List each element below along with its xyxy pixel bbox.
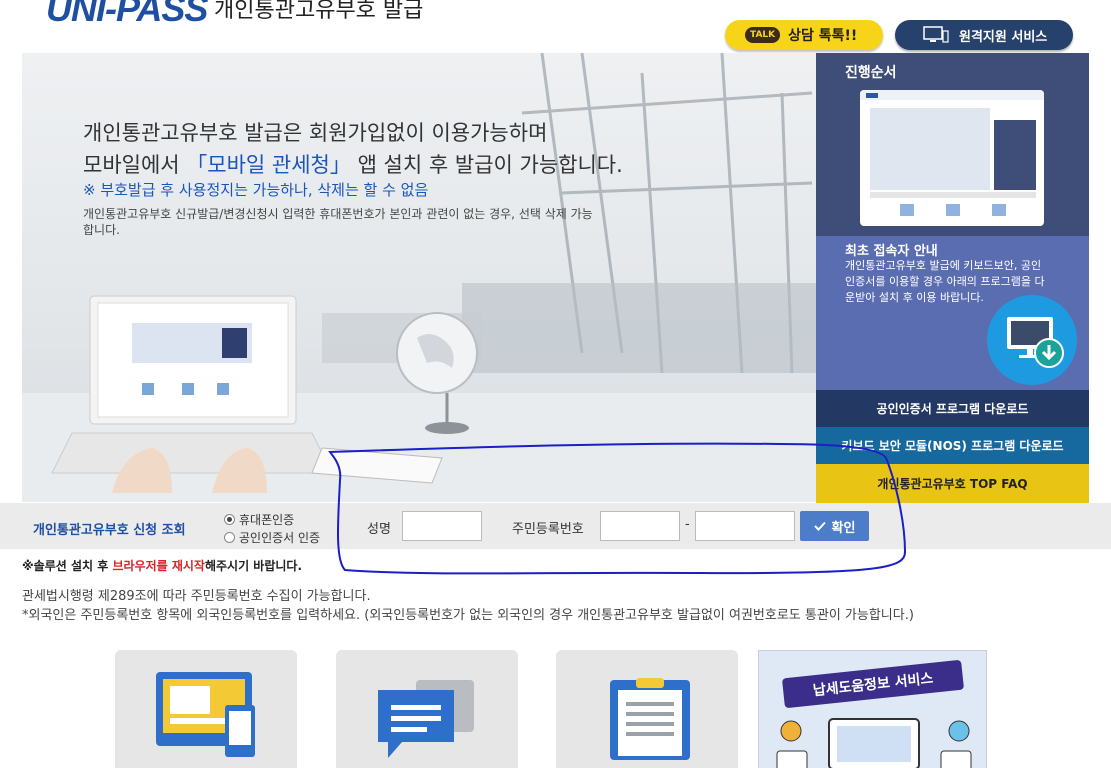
- remote-support-label: 원격지원 서비스: [959, 29, 1048, 45]
- notice1-highlight: 브라우저를 재시작: [112, 559, 205, 573]
- top-faq-button[interactable]: 개인통관고유부호 TOP FAQ: [816, 464, 1089, 503]
- legal-notice: 관세법시행령 제289조에 따라 주민등록번호 수집이 가능합니다.: [22, 589, 371, 604]
- confirm-label: 확인: [831, 520, 856, 536]
- card-issue[interactable]: [115, 650, 297, 768]
- process-title: 진행순서: [845, 65, 897, 81]
- resident-number-label: 주민등록번호: [512, 522, 584, 537]
- resident-number-back-input[interactable]: [695, 511, 795, 541]
- name-input[interactable]: [402, 511, 482, 541]
- foreigner-notice: *외국인은 주민등록번호 항목에 외국인등록번호를 입력하세요. (외국인등록번…: [22, 608, 914, 623]
- process-section: 진행순서: [816, 53, 1089, 236]
- notice1-prefix: ※솔루션 설치 후: [22, 559, 113, 573]
- process-preview-image: [860, 90, 1044, 216]
- check-icon: [813, 521, 826, 531]
- tax-help-illustration: [776, 718, 972, 768]
- talk-icon: TALK: [745, 27, 781, 43]
- hero-line2-suffix: 앱 설치 후 발급이 가능합니다.: [350, 153, 623, 177]
- card-consult[interactable]: [336, 650, 518, 768]
- nos-module-download-button[interactable]: 키보드 보안 모듈(NOS) 프로그램 다운로드: [816, 427, 1089, 464]
- resident-number-dash: -: [685, 517, 690, 532]
- first-visitor-section: 최초 접속자 안내 개인통관고유부호 발급에 키보드보안, 공인인증서를 이용할…: [816, 236, 1089, 390]
- restart-browser-notice: ※솔루션 설치 후 브라우저를 재시작해주시기 바랍니다.: [22, 557, 302, 574]
- process-thumbnail[interactable]: [860, 90, 1044, 226]
- radio-phone-auth[interactable]: 휴대폰인증: [224, 511, 294, 528]
- talk-consult-label: 상담 톡톡!!: [788, 28, 858, 44]
- page: UNI-PASS 개인통관고유부호 발급 TALK 상담 톡톡!! 원격지원 서…: [0, 0, 1111, 768]
- cert-program-download-button[interactable]: 공인인증서 프로그램 다운로드: [816, 390, 1089, 427]
- mobile-customs-app-name: 「모바일 관세청」: [186, 153, 351, 177]
- radio-cert-auth[interactable]: 공인인증서 인증: [224, 529, 320, 546]
- hero-description: 개인통관고유부호 신규발급/변경신청시 입력한 휴대폰번호가 본인과 관련이 없…: [83, 207, 593, 237]
- tax-help-banner[interactable]: 납세도움정보 서비스: [758, 650, 987, 768]
- hero-note: ※ 부호발급 후 사용정지는 가능하나, 삭제는 할 수 없음: [83, 181, 429, 199]
- radio-cert-indicator[interactable]: [224, 532, 235, 543]
- monitor-icon: [923, 26, 949, 43]
- clipboard-icon: [610, 678, 690, 760]
- radio-phone-label: 휴대폰인증: [239, 513, 295, 527]
- talk-consult-button[interactable]: TALK 상담 톡톡!!: [725, 20, 883, 50]
- hero-line2-prefix: 모바일에서: [83, 153, 187, 177]
- radio-phone-indicator[interactable]: [224, 514, 235, 525]
- remote-support-button[interactable]: 원격지원 서비스: [895, 20, 1073, 50]
- hero-heading-line1: 개인통관고유부호 발급은 회원가입없이 이용가능하며: [83, 121, 548, 145]
- page-subtitle: 개인통관고유부호 발급: [214, 0, 424, 23]
- confirm-button[interactable]: 확인: [800, 511, 869, 541]
- name-label: 성명: [367, 522, 391, 537]
- unipass-logo[interactable]: UNI-PASS: [46, 0, 208, 30]
- download-monitor-icon: [987, 295, 1077, 385]
- lookup-form-title: 개인통관고유부호 신청 조회: [33, 523, 186, 538]
- chat-bubble-icon: [378, 680, 474, 758]
- side-panel: 진행순서 최초 접속자 안내 개인통관고유부호 발급에 키보드보안, 공인인증서…: [816, 53, 1089, 503]
- hero-banner: 개인통관고유부호 발급은 회원가입없이 이용가능하며 모바일에서 「모바일 관세…: [22, 53, 816, 502]
- monitor-mobile-icon: [156, 672, 255, 757]
- lookup-form: 개인통관고유부호 신청 조회 휴대폰인증 공인인증서 인증 성명 주민등록번호 …: [0, 503, 1111, 549]
- radio-cert-label: 공인인증서 인증: [239, 531, 321, 545]
- card-guide[interactable]: [556, 650, 738, 768]
- resident-number-front-input[interactable]: [600, 511, 680, 541]
- hero-heading-line2: 모바일에서 「모바일 관세청」 앱 설치 후 발급이 가능합니다.: [83, 149, 623, 179]
- first-visitor-title: 최초 접속자 안내: [845, 244, 938, 259]
- notice1-suffix: 해주시기 바랍니다.: [204, 559, 303, 573]
